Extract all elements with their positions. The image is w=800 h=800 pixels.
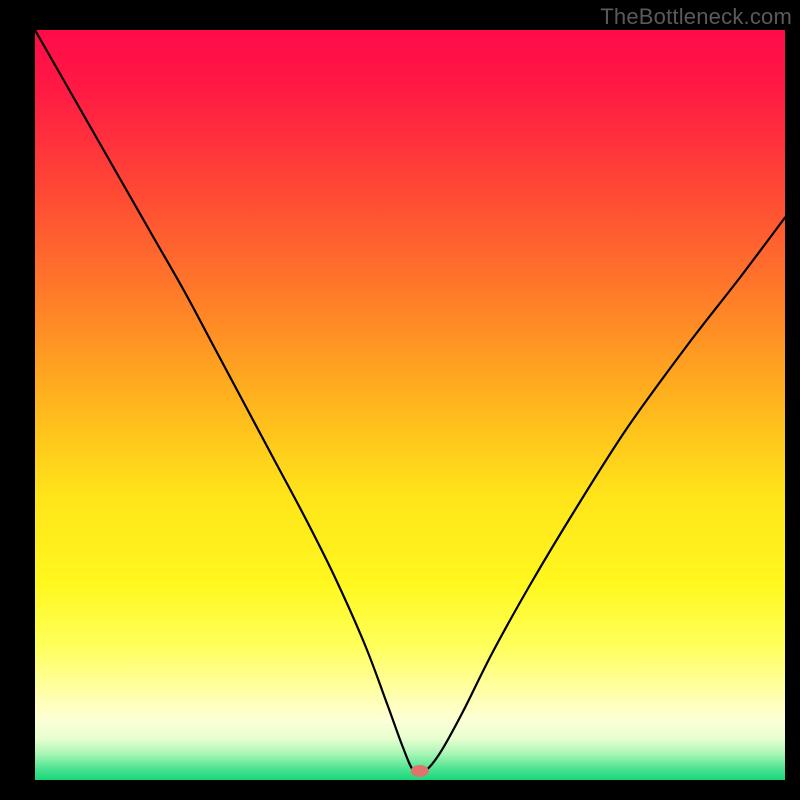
chart-stage: TheBottleneck.com	[0, 0, 800, 800]
gradient-background	[35, 30, 785, 780]
minimum-marker	[411, 765, 429, 777]
bottleneck-plot	[0, 0, 800, 800]
watermark-text: TheBottleneck.com	[600, 4, 792, 30]
